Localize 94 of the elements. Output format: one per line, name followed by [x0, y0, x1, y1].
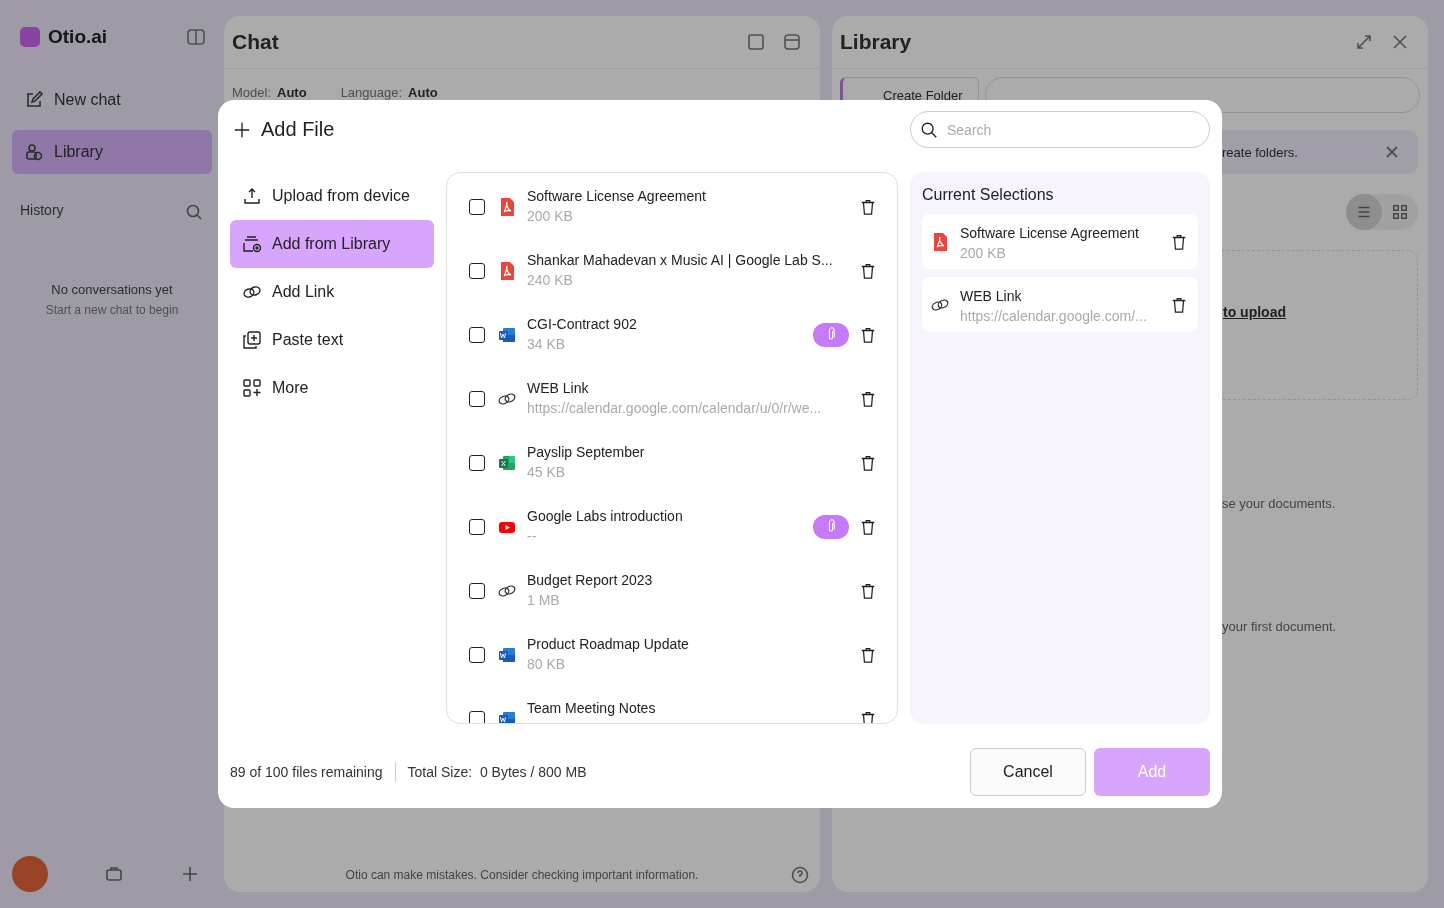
checkbox[interactable]	[469, 327, 485, 343]
delete-icon[interactable]	[859, 518, 877, 536]
empty-title: No conversations yet	[51, 282, 173, 297]
library-icon	[242, 234, 262, 254]
square-icon[interactable]	[746, 32, 766, 52]
edit-icon	[24, 90, 44, 110]
hint-text: se your documents.	[1222, 496, 1337, 511]
cancel-button[interactable]: Cancel	[970, 748, 1086, 796]
archive-icon[interactable]	[782, 32, 802, 52]
excel-file-icon	[497, 453, 517, 473]
file-name: WEB Link	[527, 380, 590, 396]
file-size: 45 KB	[527, 464, 567, 480]
sidebar-toggle-icon[interactable]	[186, 27, 206, 47]
file-name: Budget Report 2023	[527, 572, 654, 588]
panel-title: Library	[840, 30, 913, 54]
checkbox[interactable]	[469, 647, 485, 663]
language-select[interactable]: Auto	[408, 85, 438, 100]
file-name: Payslip September	[527, 444, 646, 460]
file-name: Team Meeting Notes	[527, 700, 657, 716]
file-size: 200 KB	[960, 245, 1007, 261]
delete-icon[interactable]	[859, 454, 877, 472]
file-size: https://calendar.google.com/...	[960, 308, 1148, 324]
delete-icon[interactable]	[859, 582, 877, 600]
attached-badge[interactable]	[813, 323, 849, 347]
plus-icon	[233, 120, 251, 139]
file-size: 200 KB	[527, 208, 574, 224]
file-name: WEB Link	[960, 288, 1023, 304]
delete-icon[interactable]	[859, 646, 877, 664]
menu-item[interactable]: Add from Library	[230, 220, 434, 268]
checkbox[interactable]	[469, 391, 485, 407]
menu-item[interactable]: Paste text	[230, 316, 434, 364]
search-icon[interactable]	[184, 202, 204, 222]
list-view-button[interactable]	[1346, 194, 1382, 230]
checkbox[interactable]	[469, 583, 485, 599]
word-file-icon	[497, 645, 517, 665]
model-select[interactable]: Auto	[277, 85, 307, 100]
history-label[interactable]: History	[20, 202, 64, 222]
briefcase-icon[interactable]	[104, 864, 124, 884]
file-size: 34 KB	[527, 336, 567, 352]
files-remaining: 89 of 100 files remaining	[230, 764, 383, 780]
paste-icon	[242, 330, 262, 350]
delete-icon[interactable]	[1170, 295, 1188, 314]
file-name: Product Roadmap Update	[527, 636, 690, 652]
file-name: Google Labs introduction	[527, 508, 684, 524]
panel-title: Chat	[232, 30, 280, 54]
delete-icon[interactable]	[859, 710, 877, 723]
menu-item[interactable]: More	[230, 364, 434, 412]
file-size: 240 KB	[527, 272, 574, 288]
search-field[interactable]: Search	[910, 111, 1210, 148]
grid-icon	[1391, 203, 1409, 221]
delete-icon[interactable]	[859, 262, 877, 280]
menu-item[interactable]: Add Link	[230, 268, 434, 316]
checkbox[interactable]	[469, 711, 485, 723]
app-name: Otio.ai	[48, 26, 109, 48]
expand-icon[interactable]	[1354, 32, 1374, 52]
menu-item[interactable]: Upload from device	[230, 172, 434, 220]
delete-icon[interactable]	[859, 326, 877, 344]
checkbox[interactable]	[469, 519, 485, 535]
dialog-title: Add File	[261, 118, 335, 141]
empty-hint: Start a new chat to begin	[45, 303, 179, 317]
delete-icon[interactable]	[859, 198, 877, 216]
model-label: Model:	[232, 85, 272, 100]
file-size: 1 MB	[527, 592, 561, 608]
word-file-icon	[497, 325, 517, 345]
section-title: Current Selections	[922, 186, 1055, 204]
file-size: --	[527, 528, 538, 544]
upload-link[interactable]: to upload	[1223, 304, 1286, 320]
logo-icon	[20, 27, 40, 47]
file-name: CGI-Contract 902	[527, 316, 638, 332]
nav-item[interactable]: Library	[12, 130, 212, 174]
file-size: 80 KB	[527, 656, 567, 672]
plus-icon[interactable]	[180, 864, 200, 884]
file-name: Software License Agreement	[527, 188, 707, 204]
file-size: https://calendar.google.com/calendar/u/0/r/we...	[527, 400, 823, 416]
disclaimer: Otio can make mistakes. Consider checking important information.	[345, 868, 699, 882]
attached-badge[interactable]	[813, 515, 849, 539]
language-label: Language:	[340, 85, 403, 100]
more-icon	[242, 378, 262, 398]
hint-text: your first document.	[1222, 619, 1338, 634]
search-icon	[920, 121, 938, 139]
total-size: Total Size: 0 Bytes / 800 MB	[407, 764, 587, 780]
delete-icon[interactable]	[859, 390, 877, 408]
checkbox[interactable]	[469, 263, 485, 279]
file-name: Software License Agreement	[960, 225, 1140, 241]
checkbox[interactable]	[469, 455, 485, 471]
nav-item[interactable]: New chat	[12, 78, 212, 122]
file-name: Shankar Mahadevan x Music AI | Google Lab S...	[527, 252, 834, 268]
help-icon[interactable]	[790, 865, 810, 885]
delete-icon[interactable]	[1170, 232, 1188, 251]
banner-text: reate folders.	[1222, 144, 1298, 160]
word-file-icon	[497, 709, 517, 723]
library-icon	[24, 142, 44, 162]
upload-icon	[242, 186, 262, 206]
checkbox[interactable]	[469, 199, 485, 215]
